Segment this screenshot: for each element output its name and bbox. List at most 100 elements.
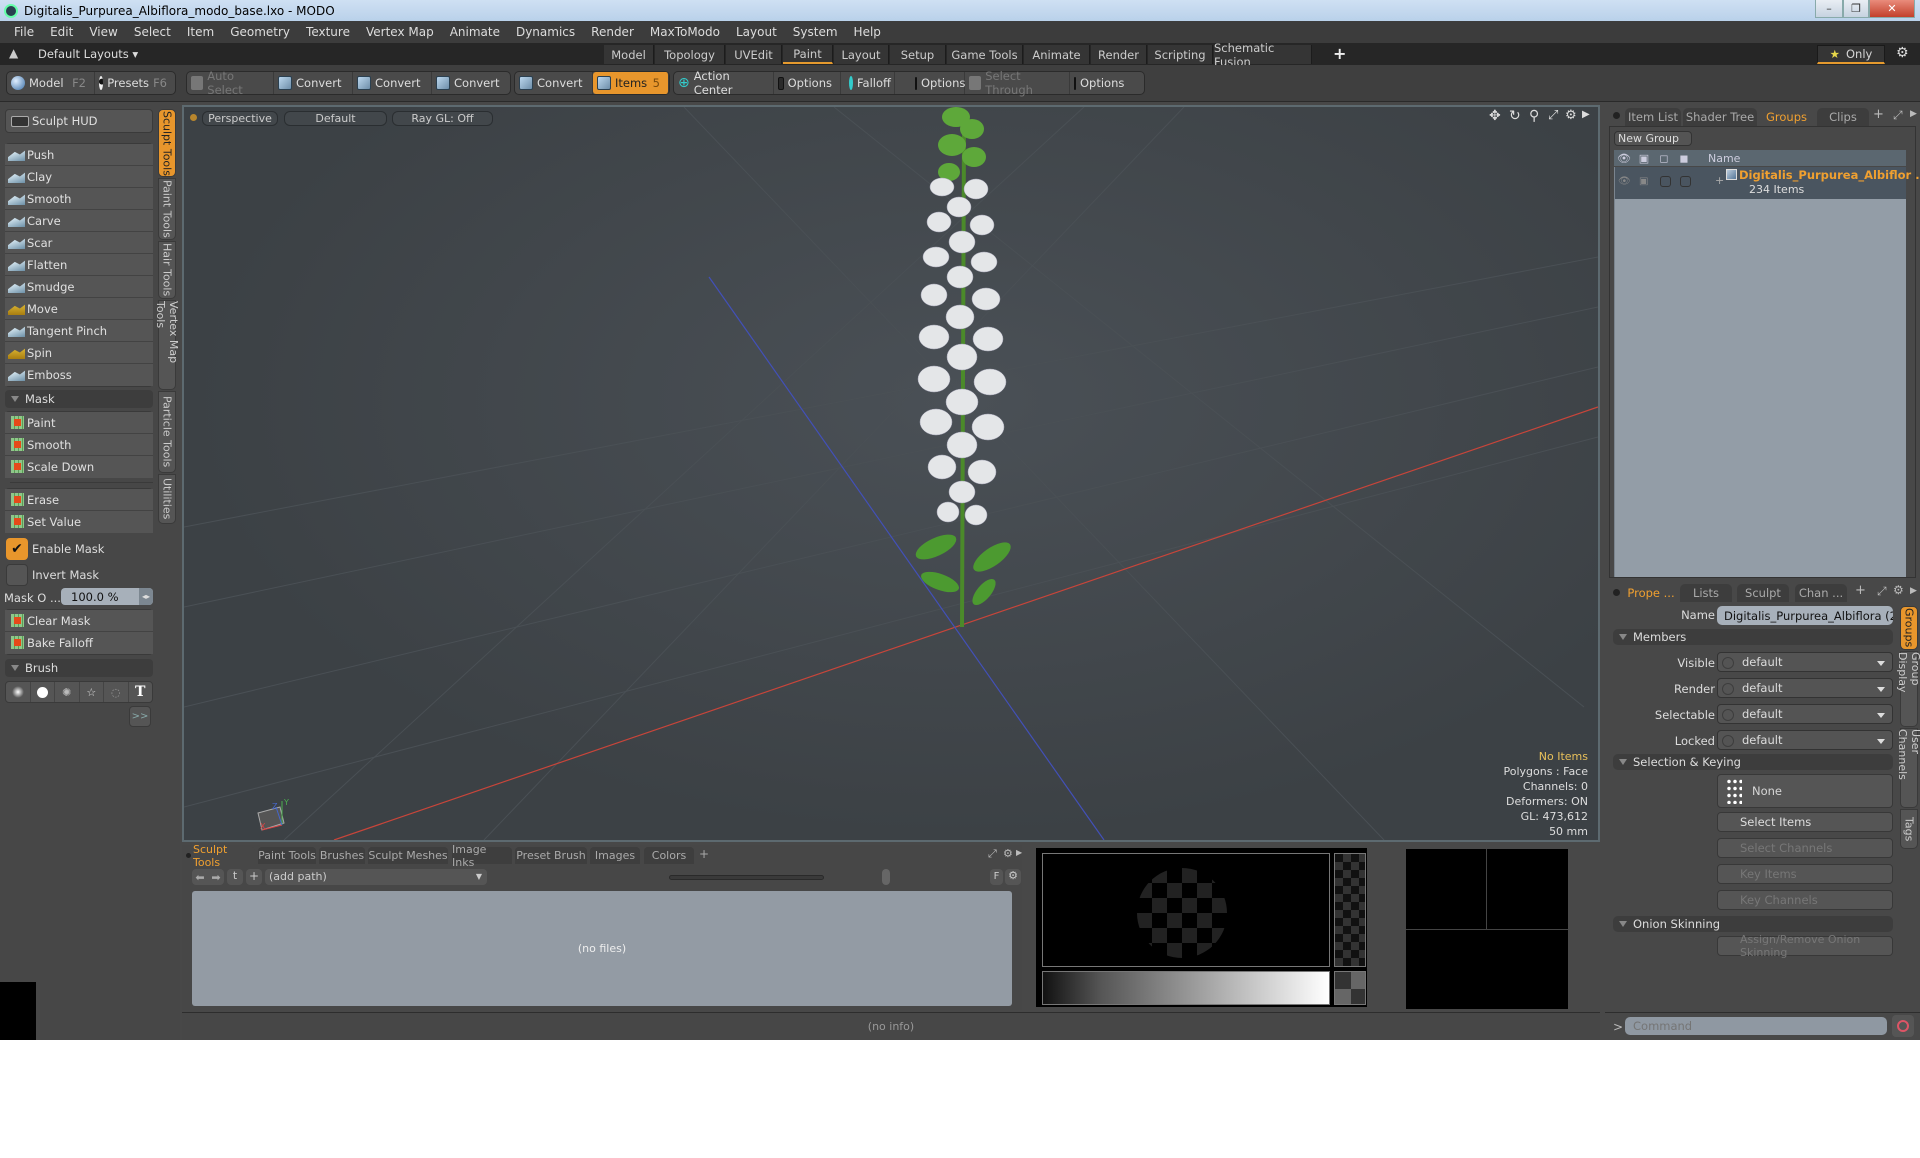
- new-group-button[interactable]: New Group: [1614, 131, 1692, 146]
- tab-channels[interactable]: Chan ...: [1795, 584, 1847, 602]
- forward-arrow-icon[interactable]: ➡: [211, 871, 220, 884]
- render-dropdown[interactable]: default: [1717, 678, 1893, 698]
- select-through-options-button[interactable]: Options: [1070, 72, 1130, 94]
- rotate-icon[interactable]: ↻: [1509, 108, 1521, 124]
- tool-clay[interactable]: Clay: [5, 166, 153, 188]
- menu-system[interactable]: System: [785, 25, 846, 39]
- vtab-user-channels[interactable]: User Channels: [1896, 728, 1920, 808]
- text-brush-icon[interactable]: T: [129, 682, 153, 702]
- select-channels-button[interactable]: Select Channels: [1717, 838, 1893, 858]
- tab-topology[interactable]: Topology: [655, 45, 725, 64]
- btab-paint-tools[interactable]: Paint Tools: [258, 847, 316, 864]
- viewport-gear-icon[interactable]: ⚙: [1565, 108, 1577, 123]
- tab-game-tools[interactable]: Game Tools: [947, 45, 1023, 64]
- more-button[interactable]: >>: [129, 706, 151, 727]
- selection-set-dropdown[interactable]: None: [1717, 774, 1893, 808]
- tab-render[interactable]: Render: [1091, 45, 1147, 64]
- maximize-icon[interactable]: ⤢: [1548, 108, 1558, 123]
- properties-gear-icon[interactable]: ⚙: [1893, 583, 1904, 597]
- tab-model[interactable]: Model: [604, 45, 654, 64]
- vtab-vertex-map-tools[interactable]: Vertex Map Tools: [154, 300, 180, 390]
- tool-move[interactable]: Move: [5, 298, 153, 320]
- brush-section-header[interactable]: Brush: [5, 659, 153, 677]
- btab-image-inks[interactable]: Image Inks: [452, 843, 512, 869]
- visible-dropdown[interactable]: default: [1717, 652, 1893, 672]
- tab-schematic-fusion[interactable]: Schematic Fusion: [1214, 41, 1312, 69]
- select-items-button[interactable]: Select Items: [1717, 812, 1893, 832]
- menu-dynamics[interactable]: Dynamics: [508, 25, 583, 39]
- tool-smooth[interactable]: Smooth: [5, 188, 153, 210]
- selection-keying-section-header[interactable]: Selection & Keying: [1613, 754, 1893, 770]
- tab-clips[interactable]: Clips: [1817, 108, 1869, 126]
- tool-spin[interactable]: Spin: [5, 342, 153, 364]
- f-button[interactable]: F: [990, 869, 1003, 885]
- render-toggle-icon[interactable]: ▣: [1639, 176, 1648, 187]
- tool-smudge[interactable]: Smudge: [5, 276, 153, 298]
- menu-layout[interactable]: Layout: [728, 25, 785, 39]
- vtab-group-display[interactable]: Group Display: [1896, 651, 1920, 727]
- auto-select-button[interactable]: Auto Select: [187, 69, 274, 97]
- expand-icon[interactable]: ⤢: [1893, 108, 1903, 123]
- star-brush-icon[interactable]: ☆: [80, 682, 104, 702]
- view-mode-button[interactable]: Perspective: [202, 111, 278, 126]
- tab-groups[interactable]: Groups: [1760, 108, 1813, 126]
- convert-vertices-button[interactable]: Convert: [274, 72, 353, 94]
- menu-animate[interactable]: Animate: [442, 25, 508, 39]
- tool-carve[interactable]: Carve: [5, 210, 153, 232]
- foxglove-model[interactable]: [874, 107, 1054, 637]
- tool-push[interactable]: Push: [5, 144, 153, 166]
- vtab-hair-tools[interactable]: Hair Tools: [158, 241, 176, 299]
- expand-icon[interactable]: ⤢: [988, 847, 997, 861]
- btab-sculpt-tools[interactable]: Sculpt Tools: [193, 843, 255, 869]
- tab-item-list[interactable]: Item List: [1625, 108, 1681, 126]
- lock-toggle[interactable]: [1680, 176, 1691, 187]
- close-button[interactable]: ✕: [1869, 0, 1915, 18]
- onion-skinning-button[interactable]: Assign/Remove Onion Skinning: [1717, 933, 1893, 959]
- hard-brush-icon[interactable]: [31, 682, 55, 702]
- slider-arrows-icon[interactable]: ◂▸: [139, 588, 153, 605]
- selectable-dropdown[interactable]: default: [1717, 704, 1893, 724]
- mask-set-value[interactable]: Set Value: [5, 511, 153, 533]
- group-row[interactable]: 👁 ▣ + Digitalis_Purpurea_Albiflor ... 23…: [1614, 167, 1920, 199]
- enable-mask-checkbox[interactable]: ✔: [6, 538, 28, 560]
- layouts-dropdown[interactable]: Default Layouts ▾: [38, 47, 138, 61]
- tool-emboss[interactable]: Emboss: [5, 364, 153, 386]
- tab-paint[interactable]: Paint: [783, 45, 833, 64]
- vtab-utilities[interactable]: Utilities: [158, 474, 176, 524]
- mask-opacity-field[interactable]: 100.0 % ◂▸: [61, 588, 153, 605]
- menu-geometry[interactable]: Geometry: [222, 25, 298, 39]
- panel-menu-dot-icon[interactable]: [186, 853, 191, 858]
- panel-menu-dot-icon[interactable]: [1613, 112, 1620, 119]
- minimize-button[interactable]: –: [1815, 0, 1843, 18]
- file-browser-area[interactable]: (no files): [192, 891, 1012, 1006]
- clear-mask-button[interactable]: Clear Mask: [5, 610, 153, 632]
- action-center-button[interactable]: ⊕ Action Center: [674, 69, 774, 97]
- menu-edit[interactable]: Edit: [42, 25, 81, 39]
- mask-smooth[interactable]: Smooth: [5, 434, 153, 456]
- btab-colors[interactable]: Colors: [644, 847, 694, 864]
- invert-mask-checkbox[interactable]: [6, 564, 28, 586]
- btab-preset-brush[interactable]: Preset Brush: [515, 847, 587, 864]
- procedural-brush-icon[interactable]: ✺: [55, 682, 80, 702]
- add-tab-button[interactable]: +: [1855, 583, 1866, 598]
- panel-arrow-icon[interactable]: ▶: [1016, 848, 1022, 857]
- expand-row-icon[interactable]: +: [1715, 174, 1724, 187]
- menu-view[interactable]: View: [81, 25, 125, 39]
- render-column-icon[interactable]: ▣: [1634, 152, 1654, 165]
- convert-items-button[interactable]: Convert: [515, 72, 593, 94]
- add-path-button[interactable]: +: [246, 869, 262, 885]
- name-field[interactable]: Digitalis_Purpurea_Albiflora (235): [1717, 606, 1893, 625]
- 3d-viewport[interactable]: Perspective Default Ray GL: Off ✥ ↻ ⚲ ⤢ …: [182, 105, 1600, 842]
- bake-falloff-button[interactable]: Bake Falloff: [5, 632, 153, 654]
- layout-up-icon[interactable]: ▲: [9, 46, 18, 60]
- visibility-toggle-icon[interactable]: 👁: [1618, 176, 1631, 187]
- select-through-button[interactable]: Select Through: [965, 69, 1070, 97]
- record-macro-button[interactable]: [1892, 1015, 1914, 1037]
- visibility-column-icon[interactable]: 👁: [1614, 152, 1634, 165]
- path-dropdown[interactable]: (add path) ▼: [265, 869, 487, 885]
- menu-item[interactable]: Item: [179, 25, 222, 39]
- panel-arrow-icon[interactable]: ▶: [1910, 109, 1917, 119]
- zoom-icon[interactable]: ⚲: [1529, 108, 1539, 124]
- convert-polygons-button[interactable]: Convert: [432, 72, 510, 94]
- vtab-particle-tools[interactable]: Particle Tools: [158, 391, 176, 473]
